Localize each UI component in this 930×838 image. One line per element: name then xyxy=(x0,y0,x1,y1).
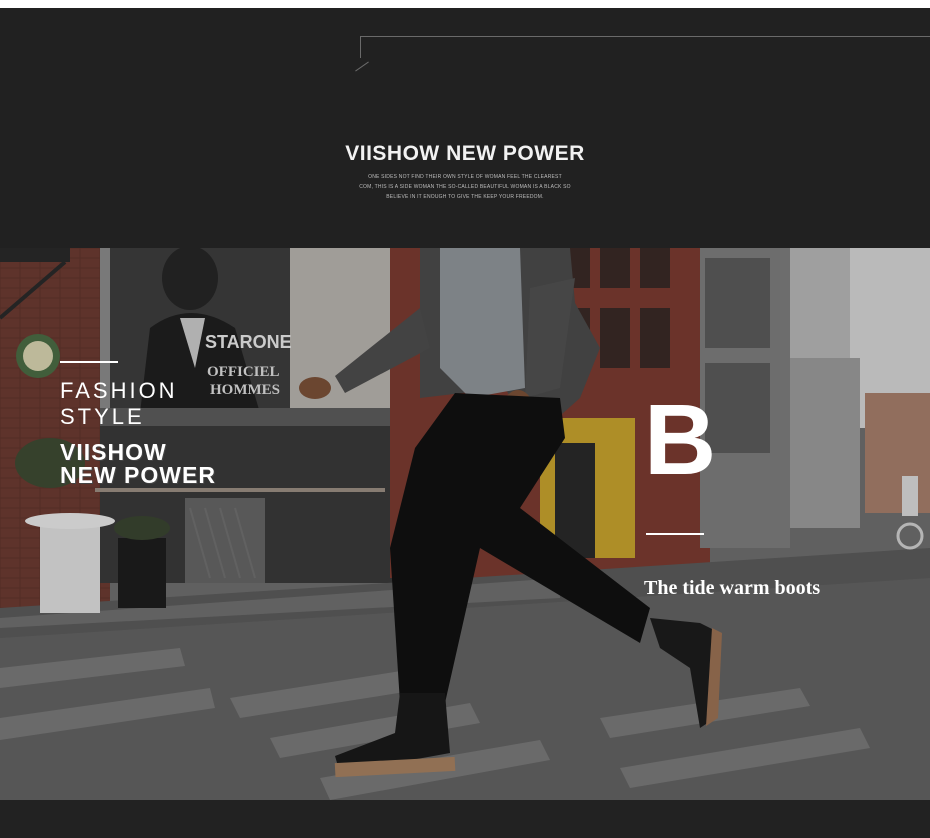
decorative-line xyxy=(360,36,930,37)
big-letter: B xyxy=(644,384,717,496)
fashion-accent-line xyxy=(60,361,118,363)
street-photo: STARONE OFFICIEL HOMMES FASHION STYLE VI… xyxy=(0,248,930,800)
top-banner: VIISHOW NEW POWER ONE SIDES NOT FIND THE… xyxy=(0,8,930,248)
photo-illustration: STARONE OFFICIEL HOMMES xyxy=(0,248,930,800)
tagline-accent-line xyxy=(646,533,704,535)
banner-subtext-line-2: COM, THIS IS A SIDE WOMAN THE SO-CALLED … xyxy=(359,184,571,190)
brand-line-2: NEW POWER xyxy=(60,462,216,488)
banner-subtext-line-3: BELIEVE IN IT ENOUGH TO GIVE THE KEEP YO… xyxy=(386,194,544,200)
banner-title: VIISHOW NEW POWER xyxy=(345,142,585,165)
decorative-line-vertical xyxy=(360,36,361,58)
bottom-strip xyxy=(0,800,930,838)
fashion-label: FASHION xyxy=(60,378,178,403)
decorative-line-diagonal xyxy=(355,61,369,72)
style-label: STYLE xyxy=(60,404,145,429)
tagline: The tide warm boots xyxy=(644,577,821,599)
banner-subtext-line-1: ONE SIDES NOT FIND THEIR OWN STYLE OF WO… xyxy=(368,174,562,180)
